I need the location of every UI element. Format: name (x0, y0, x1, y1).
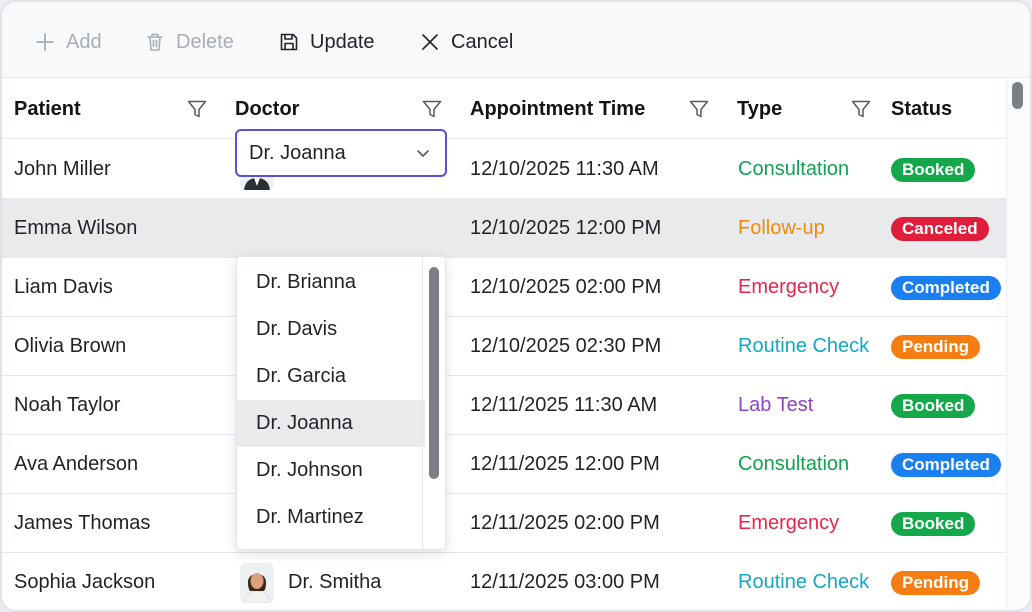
cancel-button-label: Cancel (451, 30, 514, 53)
type-cell: Emergency (738, 512, 840, 534)
table-row[interactable]: Olivia Brown 12/10/2025 02:30 PM Routine… (2, 317, 1006, 376)
status-cell: Pending (891, 317, 981, 376)
dropdown-option-selected[interactable]: Dr. Joanna (237, 400, 425, 447)
header-patient[interactable]: Patient (14, 79, 81, 139)
status-badge: Booked (891, 393, 976, 418)
table-row[interactable]: Liam Davis 12/10/2025 02:00 PM Emergency… (2, 258, 1006, 317)
dropdown-option[interactable]: Dr. Brianna (237, 259, 425, 306)
filter-icon[interactable] (421, 98, 443, 120)
patient-cell: James Thomas (14, 512, 151, 534)
status-badge: Completed (891, 452, 1001, 477)
status-cell: Booked (891, 376, 976, 435)
doctor-dropdown[interactable]: Dr. Joanna (235, 129, 447, 177)
time-cell: 12/11/2025 03:00 PM (470, 571, 660, 593)
type-cell: Routine Check (738, 335, 870, 357)
dropdown-option[interactable]: Dr. Martinez (237, 494, 425, 541)
header-appointment-time[interactable]: Appointment Time (470, 79, 645, 139)
table-row[interactable]: Emma Wilson 12/10/2025 12:00 PM Follow-u… (2, 199, 1006, 258)
delete-button[interactable]: Delete (144, 28, 234, 56)
status-cell: Booked (891, 140, 976, 199)
status-cell: Completed (891, 435, 1001, 494)
status-badge: Booked (891, 157, 976, 182)
patient-cell: Ava Anderson (14, 453, 139, 475)
patient-cell: Olivia Brown (14, 335, 127, 357)
status-badge: Pending (891, 334, 981, 359)
dropdown-option[interactable]: Dr. Davis (237, 306, 425, 353)
save-icon (280, 33, 298, 51)
filter-icon[interactable] (186, 98, 208, 120)
status-cell: Completed (891, 258, 1001, 317)
type-cell: Follow-up (738, 217, 825, 239)
type-cell: Consultation (738, 158, 850, 180)
time-cell: 12/10/2025 11:30 AM (470, 158, 659, 180)
filter-icon[interactable] (850, 98, 872, 120)
table-row[interactable]: James Thomas 12/11/2025 02:00 PM Emergen… (2, 494, 1006, 553)
type-cell: Lab Test (738, 394, 814, 416)
filter-icon[interactable] (688, 98, 710, 120)
dropdown-option[interactable]: Dr. Johnson (237, 447, 425, 494)
trash-icon (147, 33, 163, 51)
doctor-dropdown-popup: Dr. Brianna Dr. Davis Dr. Garcia Dr. Joa… (236, 256, 446, 550)
type-cell: Consultation (738, 453, 850, 475)
avatar (240, 562, 274, 603)
time-cell: 12/10/2025 02:30 PM (470, 335, 662, 357)
patient-cell: Liam Davis (14, 276, 113, 298)
header-status[interactable]: Status (891, 79, 952, 139)
table-row[interactable]: Sophia Jackson Dr. Smitha 12/11/2025 03:… (2, 553, 1006, 610)
status-badge: Pending (891, 570, 981, 595)
grid-scrollbar-track[interactable] (1006, 79, 1030, 610)
patient-cell: Sophia Jackson (14, 571, 156, 593)
table-row[interactable]: Noah Taylor 12/11/2025 11:30 AM Lab Test… (2, 376, 1006, 435)
cancel-button[interactable]: Cancel (419, 28, 513, 56)
doctor-cell: Dr. Smitha (240, 553, 382, 610)
doctor-dropdown-value: Dr. Joanna (249, 141, 346, 164)
grid-scrollbar-thumb[interactable] (1012, 82, 1023, 109)
header-type[interactable]: Type (737, 79, 782, 139)
grid-window: Add Delete Update Cancel Patient Doctor … (0, 0, 1032, 612)
type-cell: Emergency (738, 276, 840, 298)
time-cell: 12/11/2025 11:30 AM (470, 394, 658, 416)
delete-button-label: Delete (176, 30, 234, 53)
header-row: Patient Doctor Appointment Time Type Sta… (2, 79, 1006, 139)
status-badge: Completed (891, 275, 1001, 300)
table-row[interactable]: John Miller Dr. Martinez 12/10/2025 11:3… (2, 140, 1006, 199)
status-cell: Booked (891, 494, 976, 553)
status-badge: Booked (891, 511, 976, 536)
time-cell: 12/11/2025 12:00 PM (470, 453, 660, 475)
popup-scrollbar-thumb[interactable] (429, 267, 439, 479)
chevron-down-icon[interactable] (415, 145, 431, 161)
doctor-name: Dr. Smitha (288, 571, 382, 593)
status-cell: Pending (891, 553, 981, 610)
patient-cell: John Miller (14, 158, 111, 180)
appointments-grid: Patient Doctor Appointment Time Type Sta… (2, 79, 1006, 610)
status-badge: Canceled (891, 216, 989, 241)
toolbar: Add Delete Update Cancel (2, 2, 1030, 78)
popup-scrollbar-divider (422, 257, 423, 549)
add-button[interactable]: Add (34, 28, 102, 56)
close-icon (422, 34, 438, 50)
patient-cell: Noah Taylor (14, 394, 121, 416)
table-row[interactable]: Ava Anderson 12/11/2025 12:00 PM Consult… (2, 435, 1006, 494)
dropdown-option[interactable]: Dr. Garcia (237, 353, 425, 400)
plus-icon (36, 33, 54, 51)
time-cell: 12/10/2025 02:00 PM (470, 276, 662, 298)
time-cell: 12/10/2025 12:00 PM (470, 217, 662, 239)
patient-cell: Emma Wilson (14, 217, 138, 239)
add-button-label: Add (66, 30, 102, 53)
update-button[interactable]: Update (278, 28, 375, 56)
status-cell: Canceled (891, 199, 989, 258)
time-cell: 12/11/2025 02:00 PM (470, 512, 660, 534)
update-button-label: Update (310, 30, 375, 53)
type-cell: Routine Check (738, 571, 870, 593)
